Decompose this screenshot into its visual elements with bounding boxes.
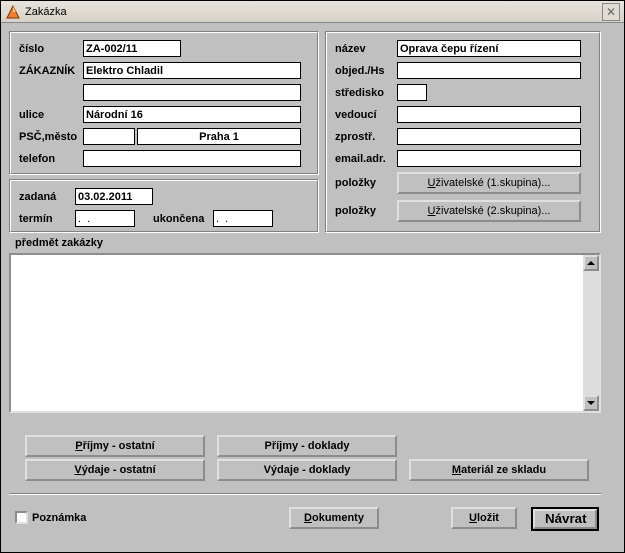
zprostr-input[interactable]: [397, 128, 581, 145]
cislo-input[interactable]: [83, 40, 181, 57]
zadana-input[interactable]: [75, 188, 153, 205]
navrat-button[interactable]: Návrat: [531, 507, 599, 531]
stredisko-label: středisko: [335, 87, 397, 99]
details-group: název objed./Hs středisko vedoucí zprost…: [325, 31, 601, 233]
cislo-label: číslo: [19, 43, 83, 55]
zadana-label: zadaná: [19, 191, 75, 203]
poznamka-checkbox-wrap[interactable]: Poznámka: [15, 511, 86, 524]
telefon-label: telefon: [19, 153, 83, 165]
material-text: ateriál ze skladu: [461, 464, 546, 476]
vydaje-ostatni-text: ýdaje - ostatní: [82, 464, 156, 476]
subject-label: předmět zakázky: [15, 237, 103, 249]
app-icon: [5, 4, 21, 20]
material-button[interactable]: Materiál ze skladu: [409, 459, 589, 481]
client-area: číslo ZÁKAZNÍK ulice PSČ,město: [1, 23, 624, 552]
poznamka-label: Poznámka: [32, 512, 86, 524]
dokumenty-text: okumenty: [312, 512, 364, 524]
subject-textarea[interactable]: [11, 255, 583, 411]
termin-input[interactable]: [75, 210, 135, 227]
psc-label: PSČ,město: [19, 131, 83, 143]
customer-group: číslo ZÁKAZNÍK ulice PSČ,město: [9, 31, 319, 175]
ulozit-text: ložit: [477, 512, 499, 524]
ulozit-button[interactable]: Uložit: [451, 507, 517, 529]
scroll-down-button[interactable]: [583, 395, 599, 411]
vedouci-input[interactable]: [397, 106, 581, 123]
separator: [9, 493, 601, 495]
subject-textarea-wrap: [9, 253, 601, 413]
arrow-up-icon: [587, 261, 595, 265]
navrat-text: ávrat: [555, 511, 587, 526]
vedouci-label: vedoucí: [335, 109, 397, 121]
close-button[interactable]: ✕: [602, 3, 620, 21]
psc-input[interactable]: [83, 128, 135, 145]
vydaje-doklady-button[interactable]: Výdaje - doklady: [217, 459, 397, 481]
nazev-input[interactable]: [397, 40, 581, 57]
prijmy-ostatni-button[interactable]: Příjmy - ostatní: [25, 435, 205, 457]
objed-input[interactable]: [397, 62, 581, 79]
user-group1-text: živatelské (1.skupina)...: [436, 177, 551, 189]
email-input[interactable]: [397, 150, 581, 167]
dates-group: zadaná termín ukončena: [9, 179, 319, 233]
vydaje-doklady-text: Výdaje - doklady: [264, 464, 351, 476]
email-label: email.adr.: [335, 153, 397, 165]
ukoncena-label: ukončena: [153, 213, 213, 225]
ulice-label: ulice: [19, 109, 83, 121]
termin-label: termín: [19, 213, 75, 225]
poznamka-checkbox[interactable]: [15, 511, 28, 524]
polozky1-label: položky: [335, 177, 397, 189]
arrow-down-icon: [587, 401, 595, 405]
polozky2-label: položky: [335, 205, 397, 217]
ulice-input[interactable]: [83, 106, 301, 123]
objed-label: objed./Hs: [335, 65, 397, 77]
zakaznik-label: ZÁKAZNÍK: [19, 65, 83, 77]
user-group1-button[interactable]: Uživatelské (1.skupina)...: [397, 172, 581, 194]
prijmy-doklady-text: Příjmy - doklady: [265, 440, 350, 452]
prijmy-doklady-button[interactable]: Příjmy - doklady: [217, 435, 397, 457]
user-group2-text: živatelské (2.skupina)...: [436, 205, 551, 217]
prijmy-ostatni-text: říjmy - ostatní: [83, 440, 155, 452]
window-title: Zakázka: [25, 6, 602, 18]
scrollbar[interactable]: [583, 255, 599, 411]
scroll-up-button[interactable]: [583, 255, 599, 271]
mesto-input[interactable]: [137, 128, 301, 145]
dokumenty-button[interactable]: Dokumenty: [289, 507, 379, 529]
zakaznik2-input[interactable]: [83, 84, 301, 101]
user-group2-button[interactable]: Uživatelské (2.skupina)...: [397, 200, 581, 222]
zprostr-label: zprostř.: [335, 131, 397, 143]
vydaje-ostatni-button[interactable]: Výdaje - ostatní: [25, 459, 205, 481]
stredisko-input[interactable]: [397, 84, 427, 101]
telefon-input[interactable]: [83, 150, 301, 167]
order-window: Zakázka ✕ číslo ZÁKAZNÍK ulice: [0, 0, 625, 553]
nazev-label: název: [335, 43, 397, 55]
zakaznik-input[interactable]: [83, 62, 301, 79]
titlebar: Zakázka ✕: [1, 1, 624, 23]
ukoncena-input[interactable]: [213, 210, 273, 227]
